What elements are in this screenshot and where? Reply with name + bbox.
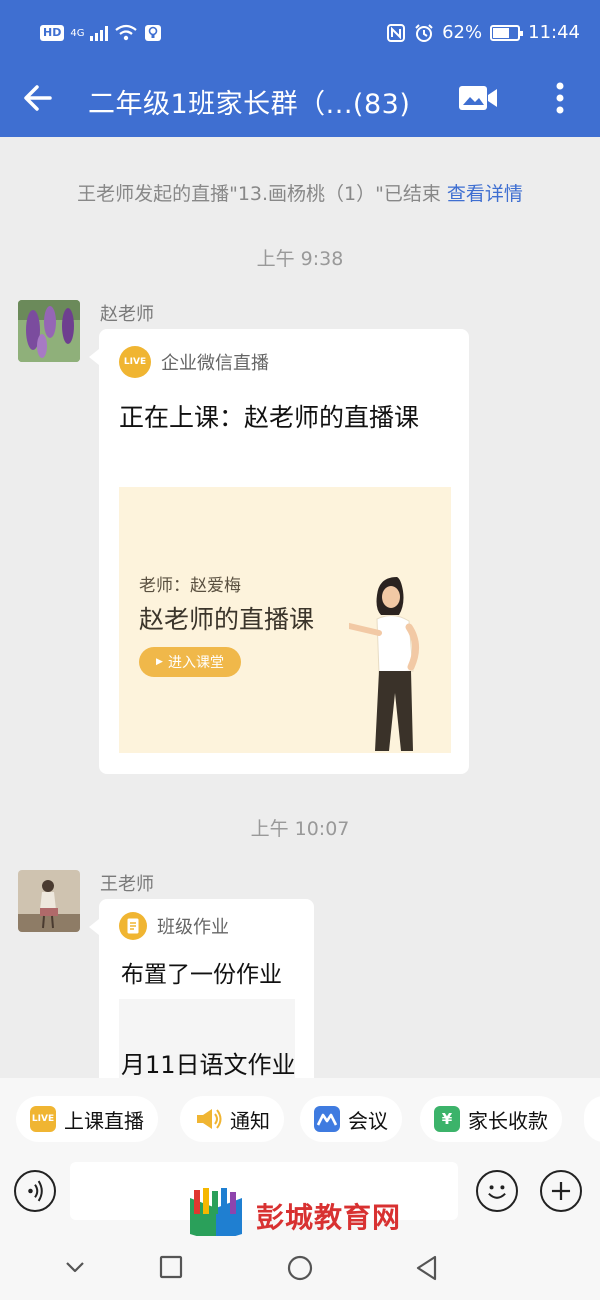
system-nav-bar bbox=[0, 1236, 600, 1300]
chat-title: 二年级1班家长群（...(83) bbox=[88, 89, 411, 120]
watermark-text: 彭城教育网 bbox=[256, 1201, 402, 1234]
view-details-link[interactable]: 查看详情 bbox=[447, 183, 523, 205]
status-time: 11:44 bbox=[528, 22, 580, 43]
homework-preview-text: 月11日语文作业 bbox=[121, 1051, 295, 1079]
homework-card[interactable]: 班级作业 布置了一份作业 月11日语文作业 bbox=[89, 899, 314, 1089]
emoji-icon[interactable] bbox=[476, 1170, 518, 1212]
meeting-icon bbox=[314, 1106, 340, 1132]
status-left: HD 4G bbox=[40, 24, 162, 42]
live-icon: LIVE bbox=[30, 1106, 56, 1132]
nav-bar: 二年级1班家长群（...(83) bbox=[0, 68, 600, 137]
quick-action-bar: LIVE 上课直播 通知 会议 ¥ 家长收款 bbox=[0, 1078, 600, 1160]
toolbar-item-live[interactable]: LIVE 上课直播 bbox=[16, 1096, 158, 1142]
sender-name: 王老师 bbox=[100, 874, 154, 895]
status-right: 62% 11:44 bbox=[386, 22, 580, 43]
battery-percent: 62% bbox=[442, 22, 483, 43]
battery-icon bbox=[490, 24, 524, 41]
network-type: 4G bbox=[70, 27, 85, 39]
signal-icon bbox=[90, 25, 109, 41]
back-arrow-icon[interactable] bbox=[20, 80, 56, 116]
toolbar-item-meeting[interactable]: 会议 bbox=[300, 1096, 402, 1142]
card-title: 布置了一份作业 bbox=[121, 962, 282, 988]
plus-icon[interactable] bbox=[540, 1170, 582, 1212]
timestamp: 上午 9:38 bbox=[256, 248, 344, 270]
app-header: HD 4G 62% 11:44 二年级1班家长群（...(83) bbox=[0, 0, 600, 137]
chevron-down-icon[interactable] bbox=[62, 1254, 88, 1280]
nfc-icon bbox=[387, 23, 406, 42]
homework-icon bbox=[119, 912, 147, 940]
home-icon[interactable] bbox=[286, 1254, 314, 1282]
card-source: LIVE 企业微信直播 bbox=[119, 346, 269, 378]
play-icon: ▶ bbox=[156, 657, 163, 667]
teacher-illustration bbox=[349, 577, 419, 751]
teacher-label: 老师：赵爱梅 bbox=[139, 576, 241, 596]
timestamp: 上午 10:07 bbox=[250, 818, 350, 840]
alarm-icon bbox=[415, 23, 433, 42]
toolbar-item-label: 上课直播 bbox=[64, 1108, 144, 1133]
system-notice: 王老师发起的直播"13.画杨桃（1）"已结束 查看详情 bbox=[0, 179, 600, 206]
toolbar-item-notice[interactable]: 通知 bbox=[180, 1096, 284, 1142]
wifi-icon bbox=[115, 24, 138, 41]
live-badge-icon: LIVE bbox=[119, 346, 151, 378]
card-title: 正在上课：赵老师的直播课 bbox=[119, 403, 420, 432]
voice-icon[interactable] bbox=[14, 1170, 56, 1212]
card-source: 班级作业 bbox=[119, 912, 229, 940]
system-notice-text: 王老师发起的直播"13.画杨桃（1）"已结束 bbox=[77, 183, 441, 205]
toolbar-item-label: 会议 bbox=[348, 1108, 388, 1133]
homework-preview[interactable]: 月11日语文作业 bbox=[119, 999, 295, 1079]
toolbar-item-label: 家长收款 bbox=[468, 1108, 548, 1133]
sender-name: 赵老师 bbox=[100, 304, 154, 325]
live-cover[interactable]: 老师：赵爱梅 赵老师的直播课 ▶ 进入课堂 bbox=[119, 487, 451, 753]
avatar[interactable] bbox=[18, 870, 80, 932]
avatar-image bbox=[18, 870, 80, 932]
yuan-icon: ¥ bbox=[434, 1106, 460, 1132]
course-name: 赵老师的直播课 bbox=[139, 605, 315, 634]
back-triangle-icon[interactable] bbox=[414, 1254, 440, 1282]
enter-classroom-button[interactable]: ▶ 进入课堂 bbox=[139, 647, 241, 677]
toolbar-item-payment[interactable]: ¥ 家长收款 bbox=[420, 1096, 562, 1142]
hotspot-icon bbox=[145, 25, 162, 41]
recents-icon[interactable] bbox=[158, 1254, 184, 1280]
avatar-image bbox=[18, 300, 80, 362]
status-bar: HD 4G 62% 11:44 bbox=[0, 0, 600, 68]
enter-classroom-label: 进入课堂 bbox=[167, 655, 224, 671]
card-source-label: 班级作业 bbox=[157, 917, 229, 938]
megaphone-icon bbox=[197, 1109, 222, 1129]
toolbar-item-more[interactable] bbox=[584, 1096, 600, 1142]
avatar[interactable] bbox=[18, 300, 80, 362]
video-call-icon[interactable] bbox=[458, 85, 498, 111]
hd-badge: HD bbox=[40, 25, 65, 41]
live-card[interactable]: LIVE 企业微信直播 正在上课：赵老师的直播课 老师：赵爱梅 赵老师的直播课 … bbox=[89, 329, 469, 774]
toolbar-item-label: 通知 bbox=[230, 1108, 270, 1133]
card-source-label: 企业微信直播 bbox=[161, 353, 269, 374]
more-icon[interactable] bbox=[548, 78, 572, 118]
